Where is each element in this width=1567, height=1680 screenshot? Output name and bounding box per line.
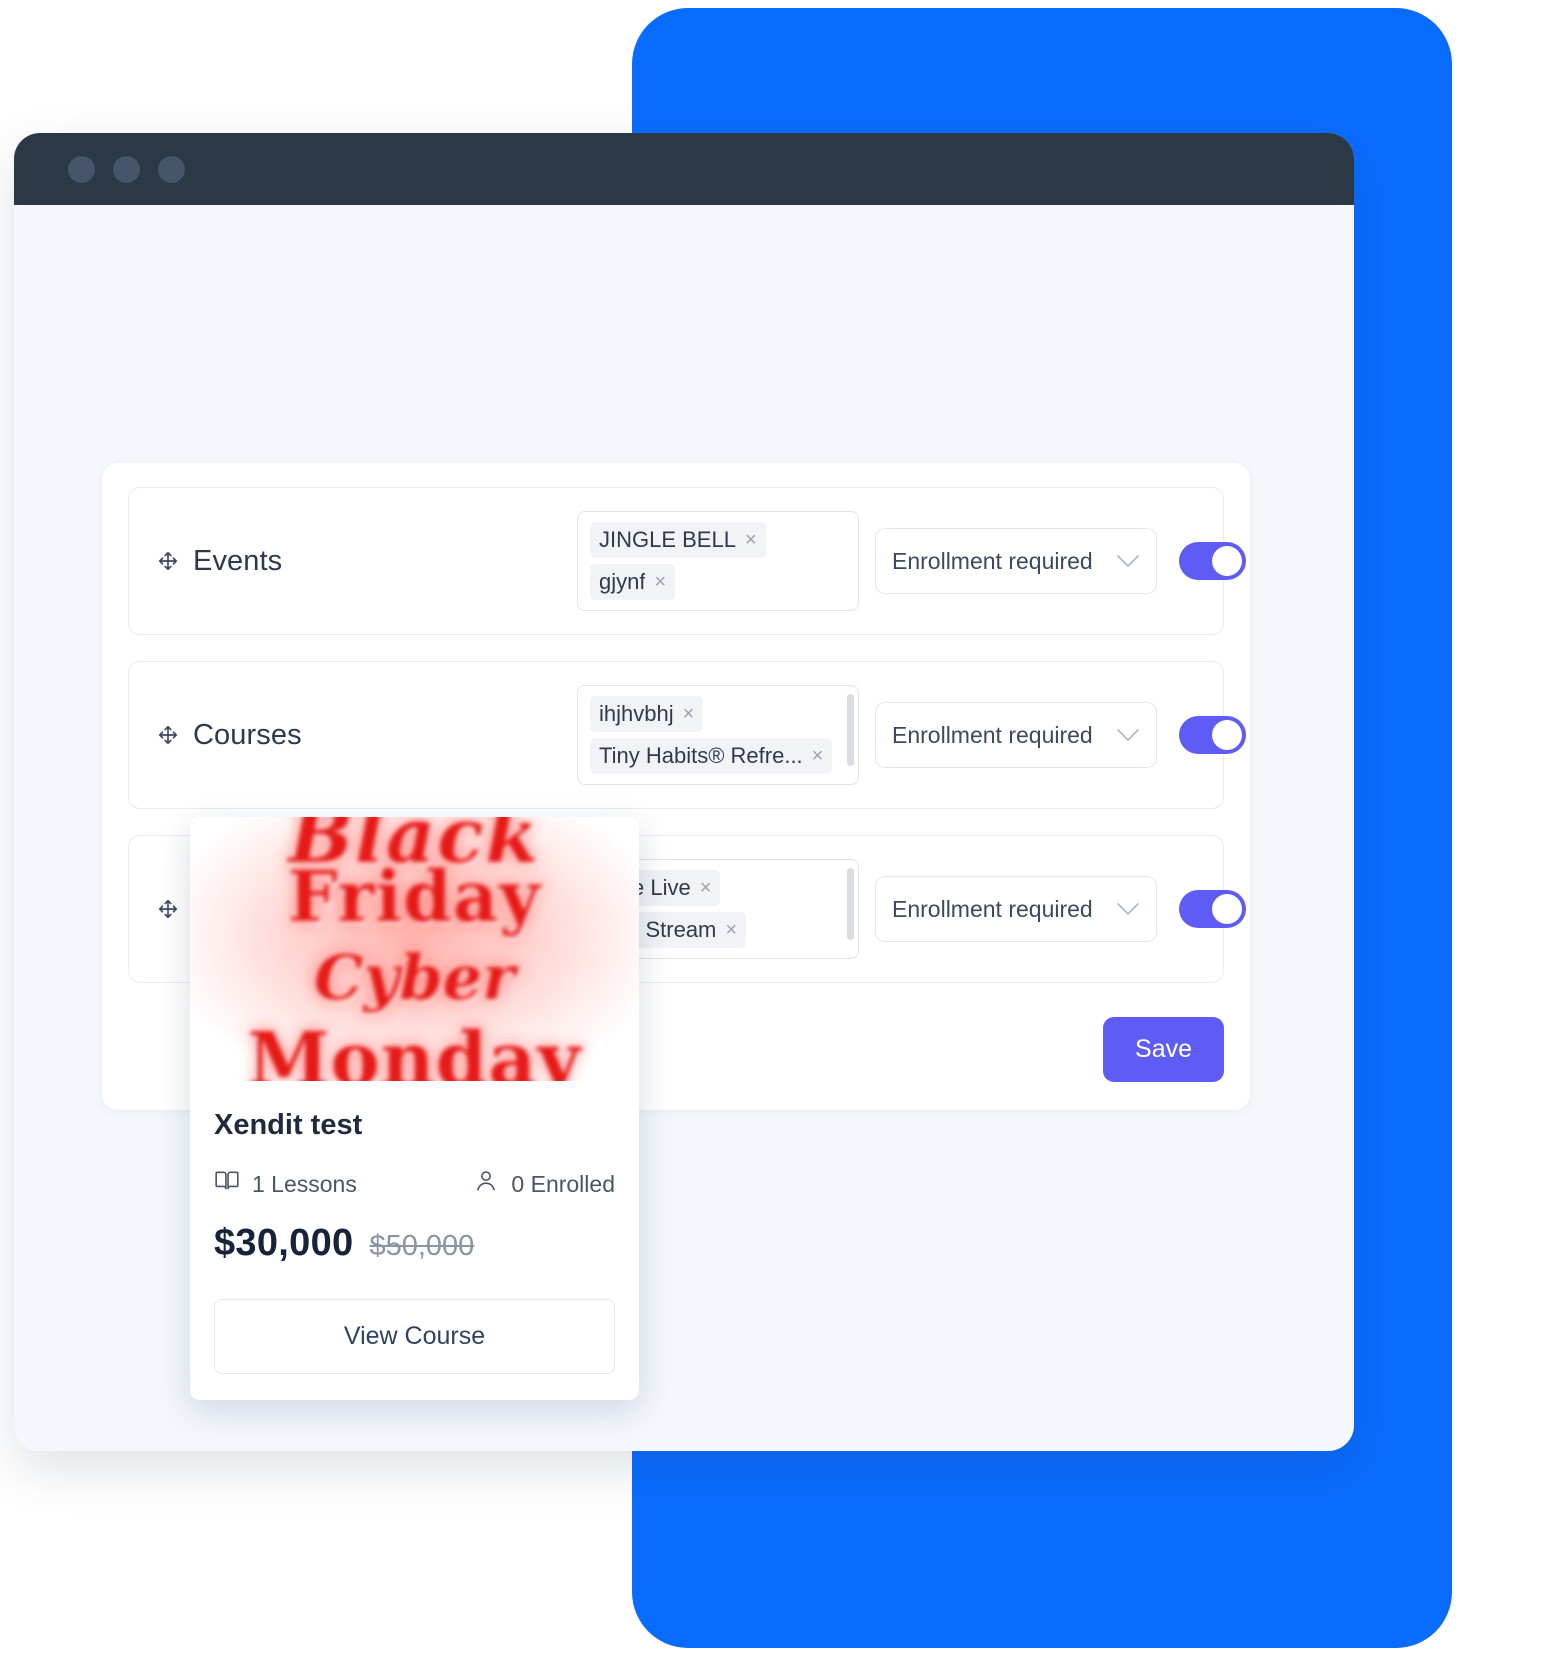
enrollment-select-courses[interactable]: Enrollment required xyxy=(875,702,1157,768)
minimize-icon[interactable] xyxy=(113,155,140,183)
price-original: $50,000 xyxy=(369,1230,475,1262)
banner-line-2: Friday xyxy=(288,855,541,938)
course-preview-card[interactable]: Black Friday Cyber Monday Xendit test 1 … xyxy=(190,817,639,1400)
tag-chip[interactable]: ihjhvbhj × xyxy=(590,696,704,732)
book-icon xyxy=(214,1168,240,1200)
course-card-body: Xendit test 1 Lessons 0 Enrolled $30,000… xyxy=(190,1081,639,1400)
tags-input-courses[interactable]: ihjhvbhj × Tiny Habits® Refre... × xyxy=(577,685,859,785)
enable-toggle-events[interactable] xyxy=(1179,542,1246,580)
course-title: Xendit test xyxy=(214,1109,363,1141)
tag-remove-icon[interactable]: × xyxy=(683,704,695,724)
tag-remove-icon[interactable]: × xyxy=(745,530,757,550)
banner-line-4: Monday xyxy=(247,1017,582,1081)
user-icon xyxy=(473,1168,499,1200)
move-icon[interactable] xyxy=(157,724,179,746)
move-icon[interactable] xyxy=(157,550,179,572)
enable-toggle-live-stream[interactable] xyxy=(1179,890,1246,928)
row-label-courses: Courses xyxy=(157,719,577,752)
course-stats: 1 Lessons 0 Enrolled xyxy=(214,1168,615,1200)
price-current: $30,000 xyxy=(214,1222,354,1264)
move-icon[interactable] xyxy=(157,898,179,920)
toggle-knob xyxy=(1212,546,1242,576)
enrolled-stat: 0 Enrolled xyxy=(473,1168,615,1200)
tag-chip[interactable]: gjynf × xyxy=(590,564,676,600)
select-value: Enrollment required xyxy=(892,895,1093,922)
select-value: Enrollment required xyxy=(892,547,1093,574)
tag-chip[interactable]: JINGLE BELL × xyxy=(590,522,766,558)
enable-toggle-courses[interactable] xyxy=(1179,716,1246,754)
chevron-down-icon[interactable] xyxy=(1116,728,1140,742)
course-price: $30,000 $50,000 xyxy=(214,1222,615,1265)
toggle-knob xyxy=(1212,894,1242,924)
save-button[interactable]: Save xyxy=(1103,1017,1224,1082)
lessons-count: 1 Lessons xyxy=(252,1170,357,1197)
chevron-down-icon[interactable] xyxy=(1116,902,1140,916)
tag-chip[interactable]: Tiny Habits® Refre... × xyxy=(590,738,833,774)
tag-label: gjynf xyxy=(599,569,646,594)
chevron-down-icon[interactable] xyxy=(1116,554,1140,568)
tag-remove-icon[interactable]: × xyxy=(812,746,824,766)
tag-remove-icon[interactable]: × xyxy=(654,572,666,592)
select-value: Enrollment required xyxy=(892,721,1093,748)
toggle-knob xyxy=(1212,720,1242,750)
course-banner-image: Black Friday Cyber Monday xyxy=(190,817,639,1081)
view-course-button[interactable]: View Course xyxy=(214,1299,615,1374)
maximize-icon[interactable] xyxy=(158,155,185,183)
tag-label: JINGLE BELL xyxy=(599,527,736,552)
enrollment-select-live-stream[interactable]: Enrollment required xyxy=(875,876,1157,942)
banner-line-3: Cyber xyxy=(314,941,515,1014)
settings-row-events: Events JINGLE BELL × gjynf × Enrollment … xyxy=(128,487,1246,635)
row-title: Events xyxy=(193,544,283,577)
tag-remove-icon[interactable]: × xyxy=(725,920,737,940)
enrolled-count: 0 Enrolled xyxy=(511,1170,615,1197)
tag-label: ihjhvbhj xyxy=(599,701,674,726)
screenshot-stage: Events JINGLE BELL × gjynf × Enrollment … xyxy=(0,0,1567,1680)
settings-row-courses: Courses ihjhvbhj × Tiny Habits® Refre...… xyxy=(128,661,1246,809)
row-title: Courses xyxy=(193,718,302,751)
close-icon[interactable] xyxy=(68,155,95,183)
browser-title-bar xyxy=(14,133,1354,205)
tag-label: Tiny Habits® Refre... xyxy=(599,743,803,768)
tag-remove-icon[interactable]: × xyxy=(700,878,712,898)
tags-input-events[interactable]: JINGLE BELL × gjynf × xyxy=(577,511,859,611)
row-label-events: Events xyxy=(157,545,577,578)
enrollment-select-events[interactable]: Enrollment required xyxy=(875,528,1157,594)
lessons-stat: 1 Lessons xyxy=(214,1168,357,1200)
